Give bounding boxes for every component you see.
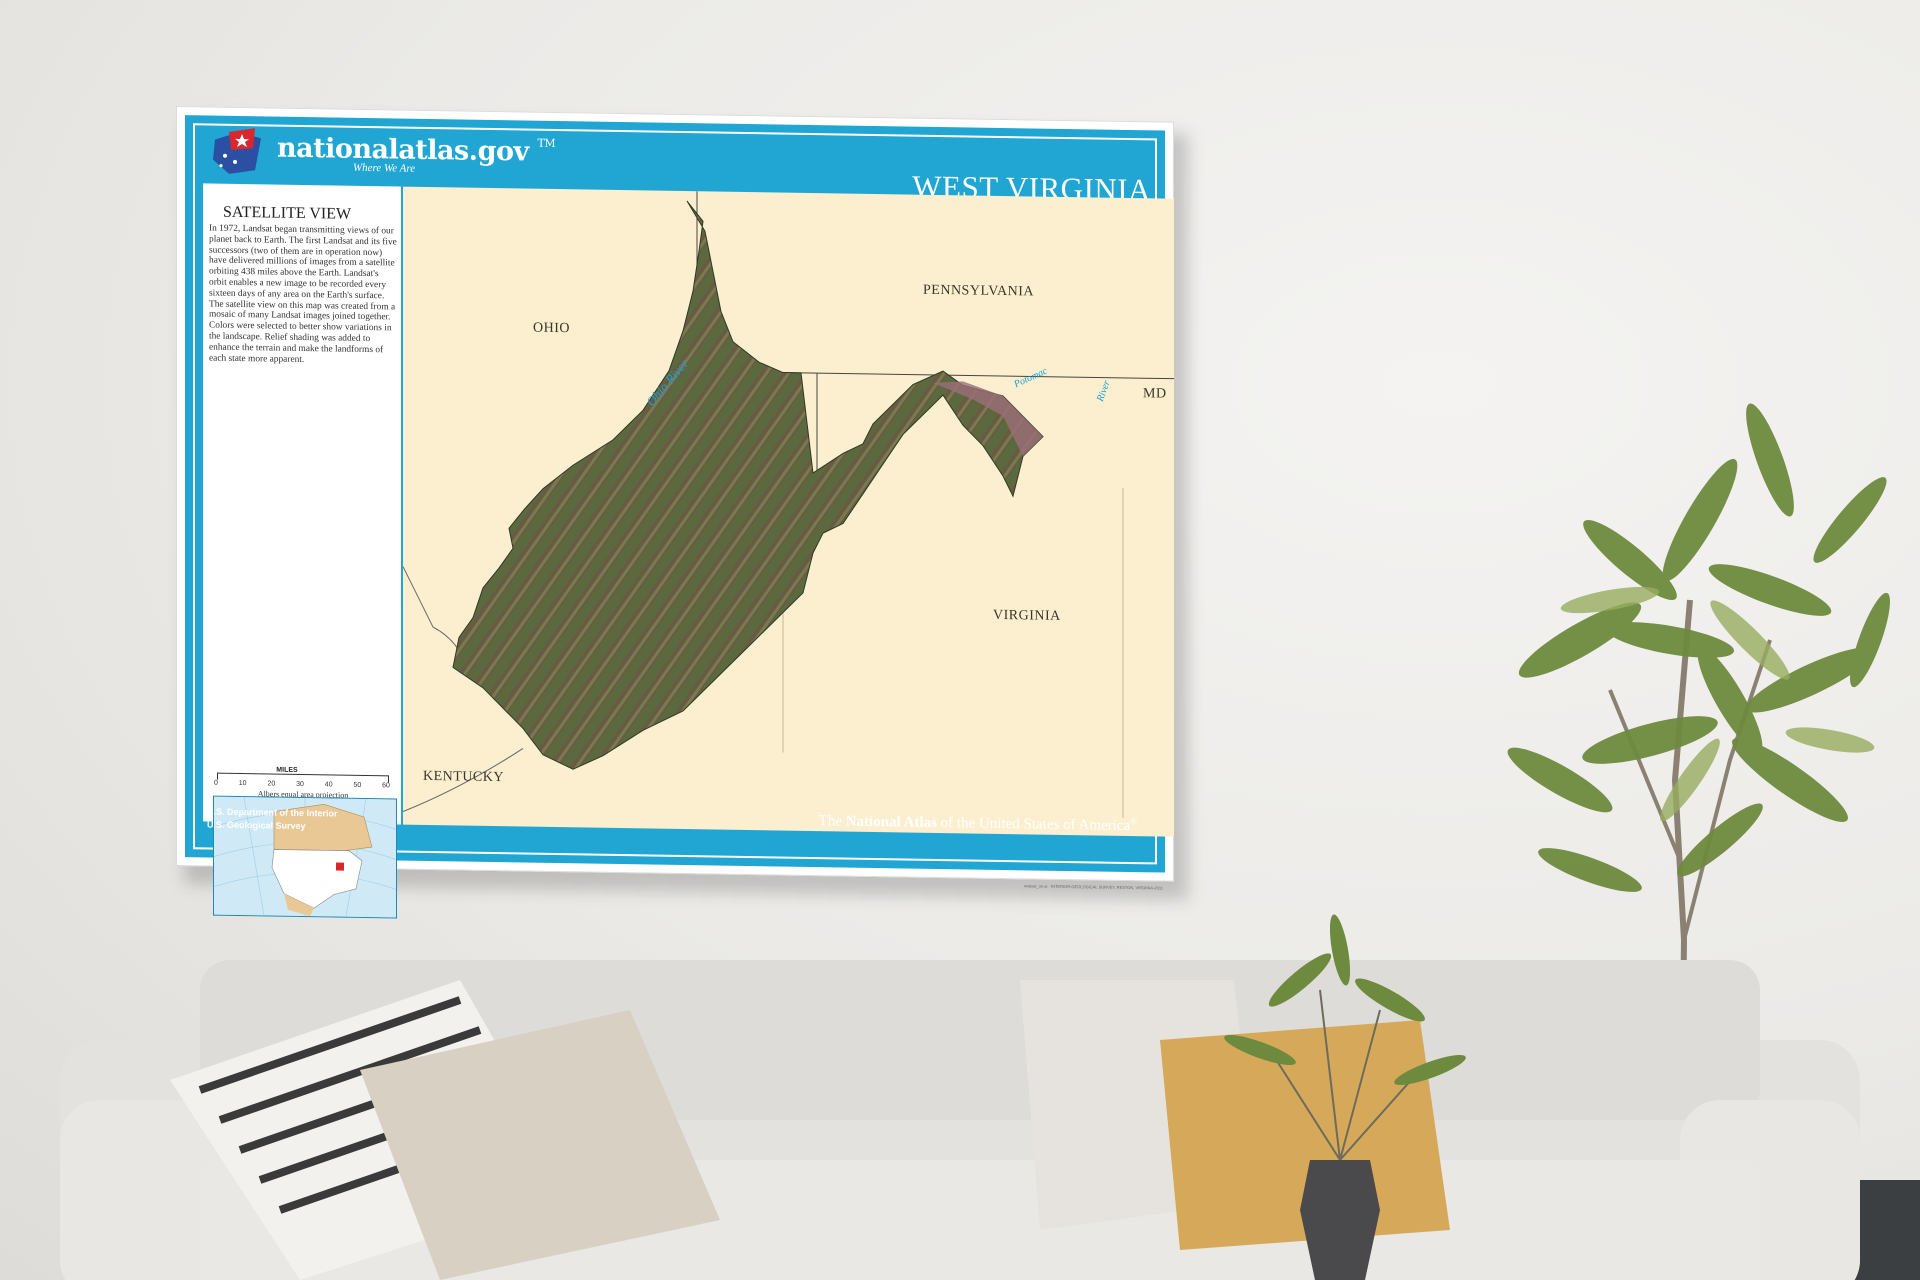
scale-tick: 50 [353,781,362,789]
room-scene: nationalatlas.gov TM Where We Are WEST V… [0,0,1920,1280]
map-label-virginia: VIRGINIA [993,607,1061,624]
brand-tagline: Where We Are [353,161,416,175]
info-panel: SATELLITE VIEW In 1972, Landsat began tr… [203,183,401,919]
map-label-kentucky: KENTUCKY [423,768,504,786]
agency-line-2: U.S. Geological Survey [207,819,306,832]
map-label-pennsylvania: PENNSYLVANIA [923,282,1035,300]
map-area: OHIO PENNSYLVANIA MD VIRGINIA KENTUCKY O… [403,186,1174,837]
panel-title: SATELLITE VIEW [223,203,352,223]
scale-tick: 0 [214,779,218,787]
brand-name: nationalatlas.gov TM [277,132,556,168]
poster-frame: nationalatlas.gov TM Where We Are WEST V… [185,115,1174,919]
agency-credit: U.S. Department of the Interior U.S. Geo… [207,805,338,833]
scale-tick: 30 [296,780,304,789]
scale-tick: 60 [382,782,390,790]
panel-description: In 1972, Landsat began transmitting view… [209,223,397,365]
national-atlas-logo-icon [213,128,261,174]
state-map [403,191,1174,818]
footer-title: The National Atlas of the United States … [818,813,1137,834]
scale-tick: 40 [324,781,333,789]
map-poster: nationalatlas.gov TM Where We Are WEST V… [176,106,1188,919]
poster-paper: nationalatlas.gov TM Where We Are WEST V… [176,106,1174,919]
map-label-md: MD [1143,386,1167,402]
small-plant [1224,914,1466,1280]
scale-tick: 20 [267,780,276,788]
map-label-ohio: OHIO [533,320,570,337]
scale-tick: 10 [238,779,247,788]
